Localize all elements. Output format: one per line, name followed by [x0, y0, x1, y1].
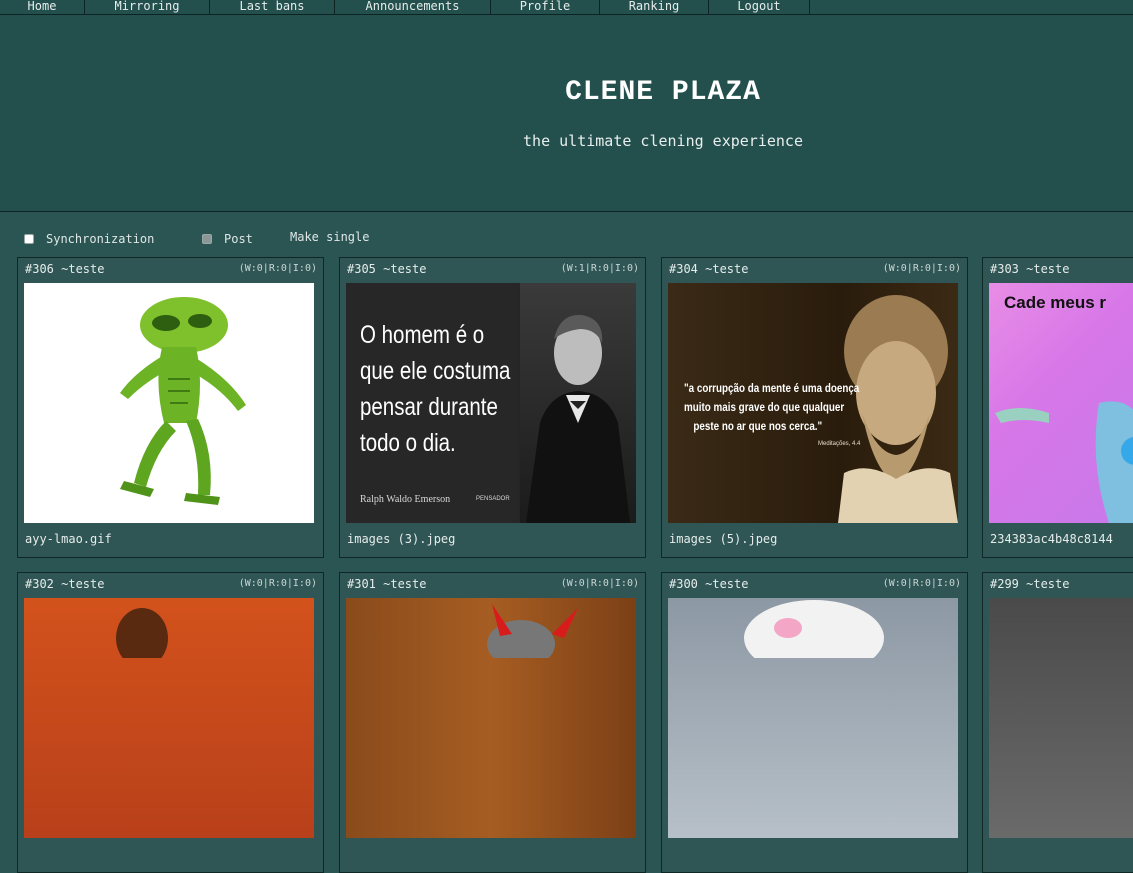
sync-control[interactable]: Synchronization	[24, 232, 154, 246]
thread-thumbnail[interactable]: "a corrupção da mente é uma doença muito…	[668, 283, 958, 523]
thread-card[interactable]: #299 ~teste	[982, 572, 1133, 873]
quote-line: muito mais grave do que qualquer	[684, 400, 845, 414]
thread-filename[interactable]: images (5).jpeg	[669, 532, 777, 546]
alien-image	[120, 297, 246, 505]
nav-mirroring[interactable]: Mirroring	[85, 0, 210, 14]
thread-stats: (W:0|R:0|I:0)	[238, 578, 317, 589]
thread-thumbnail[interactable]	[989, 598, 1133, 838]
thread-stats: (W:0|R:0|I:0)	[882, 578, 961, 589]
post-label: Post	[224, 232, 253, 246]
thread-filename[interactable]: ayy-lmao.gif	[25, 532, 112, 546]
thread-filename[interactable]: images (3).jpeg	[347, 532, 455, 546]
thread-stats: (W:0|R:0|I:0)	[882, 263, 961, 274]
thread-card[interactable]: #300 ~teste (W:0|R:0|I:0)	[661, 572, 968, 873]
post-control[interactable]: Post	[202, 232, 253, 246]
pensador-logo: PENSADOR	[476, 496, 510, 502]
thread-card[interactable]: #301 ~teste (W:0|R:0|I:0)	[339, 572, 646, 873]
thread-header: #305 ~teste (W:1|R:0|I:0)	[347, 262, 639, 278]
thread-thumbnail[interactable]: O homem é o que ele costuma pensar duran…	[346, 283, 636, 523]
thread-header: #302 ~teste (W:0|R:0|I:0)	[25, 577, 317, 593]
board-controls: Synchronization Post Make single	[0, 228, 1133, 248]
meme-image	[995, 401, 1133, 523]
nav-announcements[interactable]: Announcements	[335, 0, 491, 14]
quote-source: Meditações, 4.4	[818, 441, 861, 447]
thread-id[interactable]: #300 ~teste	[669, 577, 748, 591]
quote-line: pensar durante	[360, 393, 498, 421]
thread-stats: (W:1|R:0|I:0)	[560, 263, 639, 274]
thread-id[interactable]: #306 ~teste	[25, 262, 104, 276]
thread-id[interactable]: #303 ~teste	[990, 262, 1069, 276]
thread-header: #306 ~teste (W:0|R:0|I:0)	[25, 262, 317, 278]
quote-line: que ele costuma	[360, 357, 511, 385]
portrait-photo	[520, 283, 636, 523]
thread-thumbnail[interactable]	[668, 598, 958, 838]
quote-line: "a corrupção da mente é uma doença	[684, 381, 860, 395]
nav-ranking[interactable]: Ranking	[600, 0, 709, 14]
thread-id[interactable]: #302 ~teste	[25, 577, 104, 591]
make-single-control[interactable]: Make single	[290, 230, 369, 244]
thread-filename[interactable]: 234383ac4b48c8144	[990, 532, 1113, 546]
post-checkbox[interactable]	[202, 234, 212, 244]
nav-last-bans[interactable]: Last bans	[210, 0, 335, 14]
sync-checkbox[interactable]	[24, 234, 34, 244]
thread-id[interactable]: #304 ~teste	[669, 262, 748, 276]
thread-card[interactable]: #302 ~teste (W:0|R:0|I:0)	[17, 572, 324, 873]
thread-header: #304 ~teste (W:0|R:0|I:0)	[669, 262, 961, 278]
site-subtitle: the ultimate clening experience	[523, 132, 803, 150]
thread-card[interactable]: #304 ~teste (W:0|R:0|I:0) "a corrupção d…	[661, 257, 968, 558]
quote-line: peste no ar que nos cerca."	[693, 419, 823, 433]
make-single-label[interactable]: Make single	[290, 230, 369, 244]
nav-profile[interactable]: Profile	[491, 0, 600, 14]
quote-line: O homem é o	[360, 321, 485, 349]
thread-card[interactable]: #306 ~teste (W:0|R:0|I:0) ayy-lmao.gif	[17, 257, 324, 558]
thread-id[interactable]: #299 ~teste	[990, 577, 1069, 591]
thread-stats: (W:0|R:0|I:0)	[560, 578, 639, 589]
quote-line: todo o dia.	[360, 429, 456, 457]
sync-label: Synchronization	[46, 232, 155, 246]
nav-home[interactable]: Home	[0, 0, 85, 14]
thread-thumbnail[interactable]: Cade meus r	[989, 283, 1133, 523]
thread-id[interactable]: #301 ~teste	[347, 577, 426, 591]
quote-author: Ralph Waldo Emerson	[360, 494, 451, 505]
thread-thumbnail[interactable]	[346, 598, 636, 838]
thread-header: #299 ~teste	[990, 577, 1133, 593]
quote-panel: O homem é o que ele costuma pensar duran…	[346, 283, 518, 523]
top-nav: Home Mirroring Last bans Announcements P…	[0, 0, 1133, 15]
thread-stats: (W:0|R:0|I:0)	[238, 263, 317, 274]
thread-card[interactable]: #305 ~teste (W:1|R:0|I:0) O homem é o qu…	[339, 257, 646, 558]
thread-header: #300 ~teste (W:0|R:0|I:0)	[669, 577, 961, 593]
nav-logout[interactable]: Logout	[709, 0, 810, 14]
thread-header: #303 ~teste	[990, 262, 1133, 278]
site-title: CLENE PLAZA	[565, 77, 761, 108]
thread-card[interactable]: #303 ~teste Cade meus r 234383ac4b48c814…	[982, 257, 1133, 558]
thread-thumbnail[interactable]	[24, 283, 314, 523]
thread-header: #301 ~teste (W:0|R:0|I:0)	[347, 577, 639, 593]
thread-id[interactable]: #305 ~teste	[347, 262, 426, 276]
thread-thumbnail[interactable]	[24, 598, 314, 838]
site-header: CLENE PLAZA the ultimate clening experie…	[0, 15, 1133, 212]
